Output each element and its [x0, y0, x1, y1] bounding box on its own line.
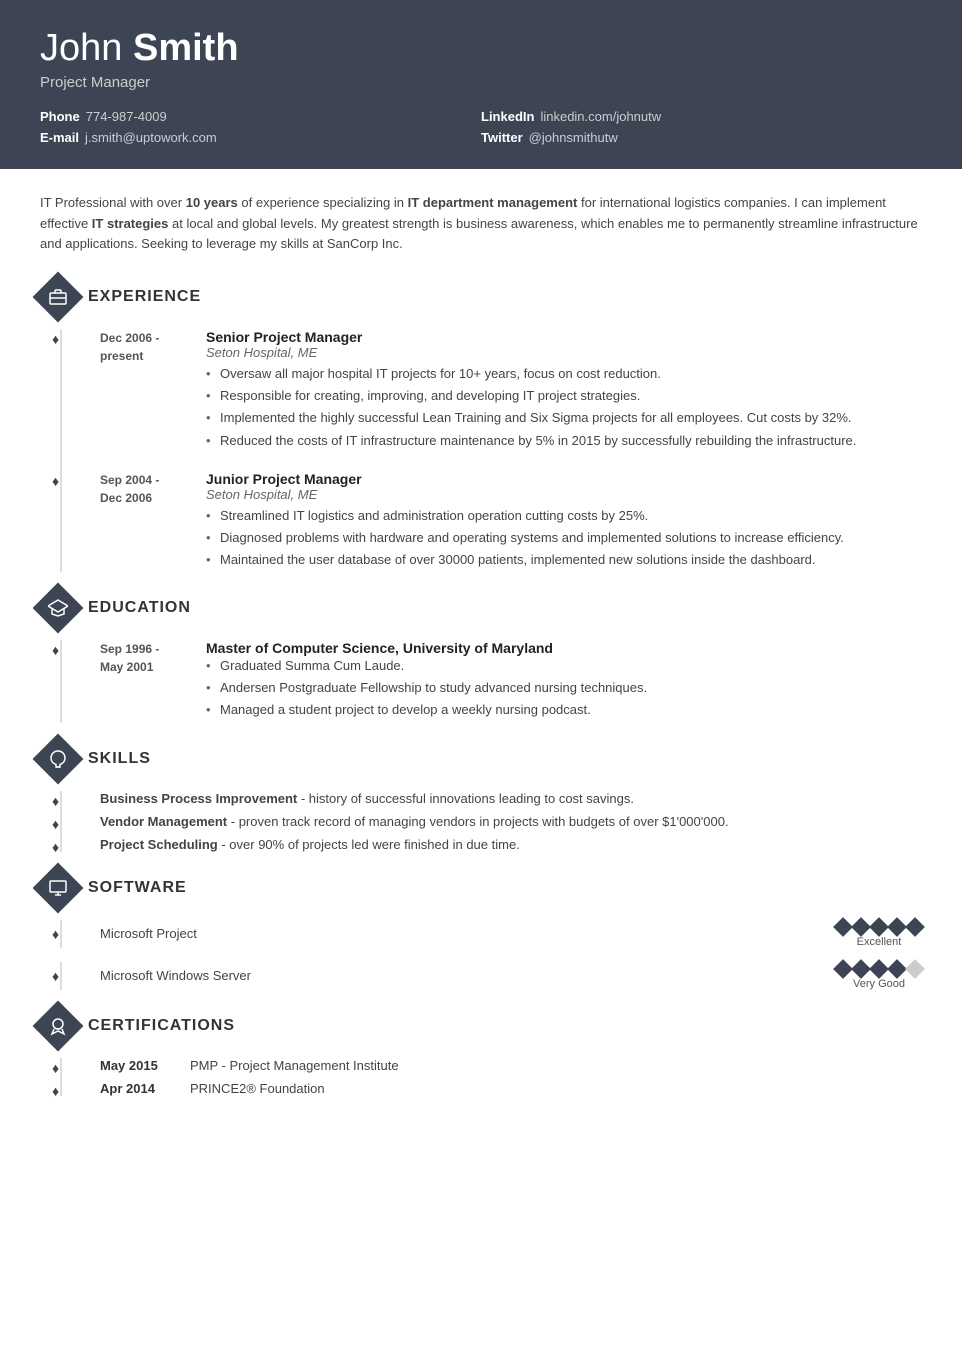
software2-dots — [836, 962, 922, 976]
certifications-list: May 2015 PMP - Project Management Instit… — [40, 1058, 922, 1096]
skill1-desc: - history of successful innovations lead… — [297, 791, 634, 806]
experience-header: EXPERIENCE — [40, 279, 922, 315]
twitter-value: @johnsmithutw — [529, 130, 618, 145]
linkedin-label: LinkedIn — [481, 109, 534, 124]
exp1-bullet-3: Implemented the highly successful Lean T… — [206, 408, 922, 428]
edu1-bullet-3: Managed a student project to develop a w… — [206, 700, 922, 720]
skills-header: SKILLS — [40, 741, 922, 777]
software-item-1: Microsoft Project Excellent — [40, 920, 922, 948]
software2-label: Very Good — [853, 978, 905, 990]
exp2-title: Junior Project Manager — [206, 471, 922, 487]
phone-contact: Phone 774-987-4009 — [40, 109, 481, 124]
exp2-bullet-2: Diagnosed problems with hardware and ope… — [206, 528, 922, 548]
software1-rating: Excellent — [836, 920, 922, 948]
certifications-title: CERTIFICATIONS — [88, 1017, 235, 1035]
edu1-bullet-2: Andersen Postgraduate Fellowship to stud… — [206, 678, 922, 698]
education-title: EDUCATION — [88, 599, 191, 617]
exp2-date: Sep 2004 -Dec 2006 — [100, 471, 190, 507]
software1-label: Excellent — [857, 936, 902, 948]
summary: IT Professional with over 10 years of ex… — [40, 193, 922, 255]
cert1-name: PMP - Project Management Institute — [190, 1058, 399, 1073]
edu1-degree: Master of Computer Science, University o… — [206, 640, 922, 656]
skill2-name: Vendor Management — [100, 814, 227, 829]
software1-dots — [836, 920, 922, 934]
experience-timeline: Dec 2006 -present Senior Project Manager… — [40, 329, 922, 572]
exp1-bullet-1: Oversaw all major hospital IT projects f… — [206, 364, 922, 384]
skills-list: Business Process Improvement - history o… — [40, 791, 922, 852]
software-icon — [33, 862, 84, 913]
job-title: Project Manager — [40, 74, 922, 91]
edu1-bullets: Graduated Summa Cum Laude. Andersen Post… — [206, 656, 922, 720]
main-content: IT Professional with over 10 years of ex… — [0, 169, 962, 1138]
edu1-bullet-1: Graduated Summa Cum Laude. — [206, 656, 922, 676]
last-name: Smith — [133, 27, 239, 69]
software1-name: Microsoft Project — [100, 926, 197, 941]
exp1-company: Seton Hospital, ME — [206, 345, 922, 360]
exp1-title: Senior Project Manager — [206, 329, 922, 345]
exp2-bullet-3: Maintained the user database of over 300… — [206, 550, 922, 570]
certifications-section: CERTIFICATIONS May 2015 PMP - Project Ma… — [40, 1008, 922, 1096]
twitter-contact: Twitter @johnsmithutw — [481, 130, 922, 145]
software-header: SOFTWARE — [40, 870, 922, 906]
exp1-content: Senior Project Manager Seton Hospital, M… — [206, 329, 922, 453]
exp1-date: Dec 2006 -present — [100, 329, 190, 365]
experience-icon — [33, 272, 84, 323]
exp2-bullets: Streamlined IT logistics and administrat… — [206, 506, 922, 570]
dot-5 — [905, 917, 925, 937]
skill2-desc: - proven track record of managing vendor… — [227, 814, 728, 829]
email-label: E-mail — [40, 130, 79, 145]
exp1-bullet-2: Responsible for creating, improving, and… — [206, 386, 922, 406]
software2-rating: Very Good — [836, 962, 922, 990]
dot-5-empty — [905, 959, 925, 979]
skills-icon — [33, 733, 84, 784]
edu1-content: Master of Computer Science, University o… — [206, 640, 922, 722]
skills-section: SKILLS Business Process Improvement - hi… — [40, 741, 922, 852]
cert-item-1: May 2015 PMP - Project Management Instit… — [40, 1058, 922, 1073]
contact-info: Phone 774-987-4009 LinkedIn linkedin.com… — [40, 109, 922, 145]
skill1-name: Business Process Improvement — [100, 791, 297, 806]
certifications-icon — [33, 1000, 84, 1051]
skill-item-2: Vendor Management - proven track record … — [100, 814, 922, 829]
skill3-desc: - over 90% of projects led were finished… — [218, 837, 520, 852]
exp2-bullet-1: Streamlined IT logistics and administrat… — [206, 506, 922, 526]
email-contact: E-mail j.smith@uptowork.com — [40, 130, 481, 145]
full-name: John Smith — [40, 28, 922, 70]
skills-title: SKILLS — [88, 750, 151, 768]
header: John Smith Project Manager Phone 774-987… — [0, 0, 962, 169]
education-header: EDUCATION — [40, 590, 922, 626]
education-timeline: Sep 1996 -May 2001 Master of Computer Sc… — [40, 640, 922, 722]
exp1-bullet-4: Reduced the costs of IT infrastructure m… — [206, 431, 922, 451]
exp1-bullets: Oversaw all major hospital IT projects f… — [206, 364, 922, 451]
software-list: Microsoft Project Excellent Microsoft Wi… — [40, 920, 922, 990]
skill-item-1: Business Process Improvement - history o… — [100, 791, 922, 806]
experience-item-2: Sep 2004 -Dec 2006 Junior Project Manage… — [100, 471, 922, 572]
education-item-1: Sep 1996 -May 2001 Master of Computer Sc… — [100, 640, 922, 722]
cert2-name: PRINCE2® Foundation — [190, 1081, 325, 1096]
software-section: SOFTWARE Microsoft Project Excellent — [40, 870, 922, 990]
education-section: EDUCATION Sep 1996 -May 2001 Master of C… — [40, 590, 922, 722]
edu1-date: Sep 1996 -May 2001 — [100, 640, 190, 676]
experience-item-1: Dec 2006 -present Senior Project Manager… — [100, 329, 922, 453]
software-title: SOFTWARE — [88, 879, 187, 897]
certifications-header: CERTIFICATIONS — [40, 1008, 922, 1044]
experience-section: EXPERIENCE Dec 2006 -present Senior Proj… — [40, 279, 922, 572]
education-icon — [33, 583, 84, 634]
software-item-2: Microsoft Windows Server Very Good — [40, 962, 922, 990]
phone-value: 774-987-4009 — [86, 109, 167, 124]
email-value: j.smith@uptowork.com — [85, 130, 217, 145]
first-name: John — [40, 27, 122, 69]
experience-title: EXPERIENCE — [88, 288, 201, 306]
linkedin-value: linkedin.com/johnutw — [540, 109, 661, 124]
twitter-label: Twitter — [481, 130, 523, 145]
phone-label: Phone — [40, 109, 80, 124]
cert2-date: Apr 2014 — [100, 1081, 170, 1096]
cert1-date: May 2015 — [100, 1058, 170, 1073]
exp2-content: Junior Project Manager Seton Hospital, M… — [206, 471, 922, 572]
exp2-company: Seton Hospital, ME — [206, 487, 922, 502]
skill3-name: Project Scheduling — [100, 837, 218, 852]
cert-item-2: Apr 2014 PRINCE2® Foundation — [40, 1081, 922, 1096]
software2-name: Microsoft Windows Server — [100, 968, 251, 983]
linkedin-contact: LinkedIn linkedin.com/johnutw — [481, 109, 922, 124]
skill-item-3: Project Scheduling - over 90% of project… — [100, 837, 922, 852]
